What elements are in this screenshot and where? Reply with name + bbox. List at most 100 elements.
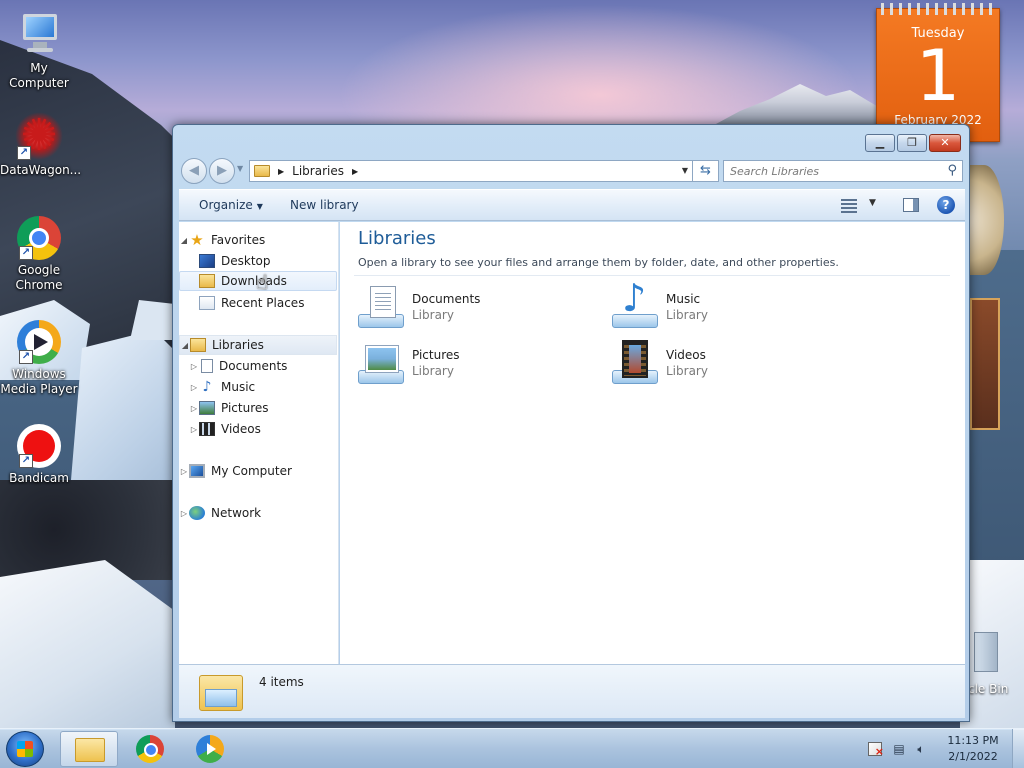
library-item-pictures[interactable]: Pictures Library: [358, 340, 588, 390]
close-button[interactable]: ✕: [929, 134, 961, 152]
forward-button[interactable]: ▶: [209, 158, 235, 184]
desktop-icon-label: Bandicam: [9, 471, 69, 485]
start-button[interactable]: [6, 731, 44, 767]
view-options-dropdown[interactable]: ▼: [869, 198, 876, 208]
search-icon[interactable]: ⚲: [947, 163, 957, 178]
documents-library-icon: [358, 284, 404, 330]
chrome-icon: ↗: [17, 216, 61, 260]
breadcrumb-arrow-icon[interactable]: ▶: [278, 167, 284, 176]
address-history-dropdown[interactable]: ▼: [682, 166, 688, 175]
libraries-icon: [190, 338, 206, 352]
organize-button[interactable]: Organize ▼: [199, 198, 263, 212]
collapsed-arrow-icon[interactable]: ▷: [189, 383, 199, 392]
calendar-gadget[interactable]: Tuesday 1 February 2022: [876, 3, 1000, 142]
desktop-icon-windows-media-player[interactable]: ↗ Windows Media Player: [0, 320, 78, 397]
details-pane: 4 items: [179, 664, 965, 718]
media-gadget[interactable]: [970, 298, 1000, 430]
computer-icon: [15, 10, 63, 58]
desktop-icon-recycle-bin[interactable]: cle Bin: [968, 632, 1024, 702]
search-input[interactable]: [730, 163, 940, 179]
collapsed-arrow-icon[interactable]: ▷: [179, 509, 189, 518]
back-button[interactable]: ◀: [181, 158, 207, 184]
recent-places-icon: [199, 296, 215, 310]
search-box[interactable]: ⚲: [723, 160, 963, 182]
breadcrumb-arrow-icon[interactable]: ▶: [352, 167, 358, 176]
desktop-icon-datawagon[interactable]: ✺ ↗ DataWagon...: [0, 112, 82, 178]
shortcut-arrow-icon: ↗: [17, 146, 31, 160]
desktop-icon-label: DataWagon...: [0, 163, 82, 177]
clock-gadget[interactable]: [964, 165, 1004, 275]
library-type: Library: [666, 308, 708, 322]
taskbar-media-player-button[interactable]: [182, 731, 240, 767]
file-list-pane: Libraries Open a library to see your fil…: [340, 222, 965, 664]
taskbar-explorer-button[interactable]: [60, 731, 118, 767]
libraries-folder-icon: [254, 165, 270, 177]
refresh-button[interactable]: ⇆: [693, 160, 719, 182]
taskbar-clock[interactable]: 11:13 PM 2/1/2022: [940, 733, 1006, 765]
media-player-icon: [196, 735, 224, 763]
desktop-icon: [199, 254, 215, 268]
nav-recent-places[interactable]: Recent Places: [179, 293, 337, 313]
music-icon: ♪: [202, 379, 212, 395]
help-icon[interactable]: ?: [937, 196, 955, 214]
nav-favorites[interactable]: ◢ ★ Favorites: [179, 230, 337, 250]
shortcut-arrow-icon: ↗: [19, 246, 33, 260]
page-description: Open a library to see your files and arr…: [358, 256, 839, 269]
nav-music[interactable]: ▷ ♪ Music: [179, 377, 337, 397]
computer-icon: [189, 464, 205, 478]
new-library-label: New library: [290, 198, 359, 212]
maximize-button[interactable]: ❐: [897, 134, 927, 152]
expanded-arrow-icon[interactable]: ◢: [179, 236, 189, 245]
network-tray-icon[interactable]: ▤: [892, 742, 906, 756]
desktop-icon-label: My Computer: [9, 61, 69, 90]
collapsed-arrow-icon[interactable]: ▷: [189, 425, 199, 434]
breadcrumb-libraries[interactable]: Libraries: [292, 164, 344, 178]
new-library-button[interactable]: New library: [290, 198, 359, 212]
change-view-icon[interactable]: [841, 199, 857, 213]
library-item-videos[interactable]: Videos Library: [612, 340, 842, 390]
recent-pages-dropdown[interactable]: ▼: [237, 164, 243, 173]
library-type: Library: [412, 308, 454, 322]
collapsed-arrow-icon[interactable]: ▷: [189, 362, 199, 371]
library-type: Library: [666, 364, 708, 378]
preview-pane-icon[interactable]: [903, 198, 919, 212]
nav-recent-places-label: Recent Places: [221, 296, 305, 310]
expanded-arrow-icon[interactable]: ◢: [180, 341, 190, 350]
pictures-icon: [199, 401, 215, 415]
library-item-documents[interactable]: Documents Library: [358, 284, 588, 334]
taskbar-chrome-button[interactable]: [122, 731, 180, 767]
nav-documents[interactable]: ▷ Documents: [179, 356, 337, 376]
wallpaper-ice: [0, 560, 175, 730]
nav-libraries[interactable]: ◢ Libraries: [179, 335, 337, 355]
desktop-icon-label: cle Bin: [968, 682, 1009, 696]
desktop-icon-google-chrome[interactable]: ↗ Google Chrome: [0, 216, 78, 293]
videos-icon: [199, 422, 215, 436]
nav-my-computer[interactable]: ▷ My Computer: [179, 461, 337, 481]
minimize-button[interactable]: ▁: [865, 134, 895, 152]
libraries-folder-icon: [199, 671, 243, 713]
taskbar: ▤ 🔈︎ 11:13 PM 2/1/2022: [0, 728, 1024, 768]
collapsed-arrow-icon[interactable]: ▷: [189, 404, 199, 413]
nav-desktop[interactable]: Desktop: [179, 251, 337, 271]
nav-videos[interactable]: ▷ Videos: [179, 419, 337, 439]
explorer-folder-icon: [75, 738, 105, 762]
library-name: Pictures: [412, 348, 460, 362]
collapsed-arrow-icon[interactable]: ▷: [179, 467, 189, 476]
nav-network[interactable]: ▷ Network: [179, 503, 337, 523]
nav-pictures[interactable]: ▷ Pictures: [179, 398, 337, 418]
media-player-icon: ↗: [17, 320, 61, 364]
nav-downloads-label: Downloads: [221, 274, 287, 288]
nav-network-label: Network: [211, 506, 262, 520]
volume-icon[interactable]: 🔈︎: [914, 742, 928, 756]
desktop-icon-bandicam[interactable]: ↗ Bandicam: [0, 424, 78, 486]
nav-documents-label: Documents: [219, 359, 288, 373]
library-name: Videos: [666, 348, 706, 362]
address-bar[interactable]: ▶ Libraries ▶ ▼: [249, 160, 693, 182]
item-count: 4 items: [259, 675, 304, 689]
library-item-music[interactable]: ♪ Music Library: [612, 278, 842, 334]
chrome-icon: [136, 735, 164, 763]
action-center-flag-icon[interactable]: [868, 742, 884, 759]
show-desktop-button[interactable]: [1012, 729, 1024, 768]
nav-music-label: Music: [221, 380, 256, 394]
desktop-icon-my-computer[interactable]: My Computer: [0, 10, 78, 91]
